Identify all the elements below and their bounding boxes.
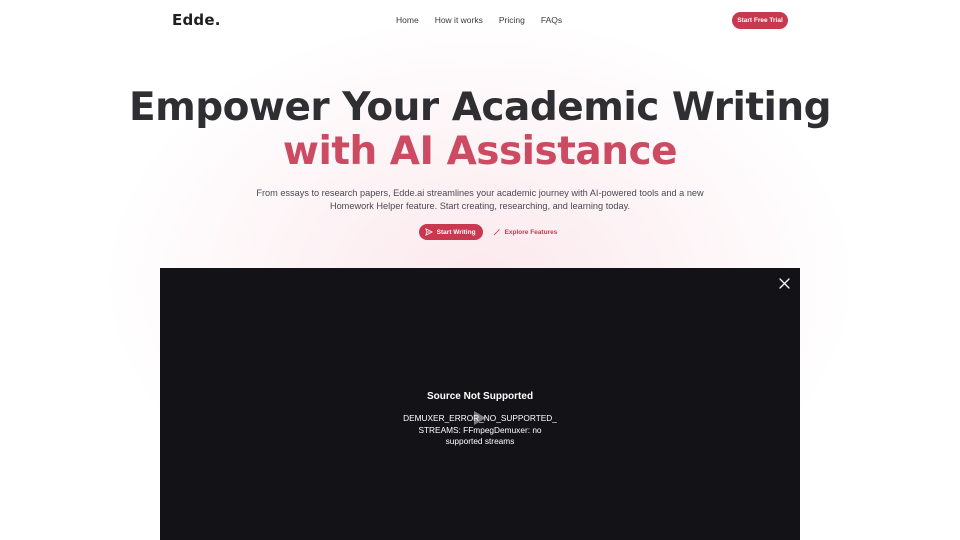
start-writing-label: Start Writing: [436, 228, 476, 236]
wand-icon: [493, 228, 501, 236]
nav-link-how-it-works[interactable]: How it works: [435, 15, 483, 25]
hero-subtext: From essays to research papers, Edde.ai …: [256, 188, 704, 211]
hero-headline: Empower Your Academic Writing: [128, 85, 832, 130]
nav-link-pricing[interactable]: Pricing: [499, 15, 525, 25]
nav-link-home[interactable]: Home: [396, 15, 419, 25]
brand-logo[interactable]: Edde.: [172, 11, 221, 29]
video-error-message: DEMUXER_ERROR_NO_SUPPORTED_ STREAMS: FFm…: [403, 413, 557, 446]
close-button[interactable]: [778, 277, 790, 289]
hero-headline-accent: with AI Assistance: [282, 129, 678, 174]
video-player[interactable]: Source Not Supported DEMUXER_ERROR_NO_SU…: [160, 268, 800, 540]
page: Edde. Home How it works Pricing FAQs Sta…: [0, 0, 960, 540]
nav-link-faqs[interactable]: FAQs: [541, 15, 562, 25]
top-navigation: Edde. Home How it works Pricing FAQs Sta…: [0, 0, 960, 42]
video-error-title: Source Not Supported: [426, 391, 534, 402]
start-writing-button[interactable]: Start Writing: [418, 224, 483, 240]
explore-features-button[interactable]: Explore Features: [493, 228, 558, 236]
nav-links: Home How it works Pricing FAQs: [396, 15, 578, 25]
send-icon: [425, 228, 433, 236]
explore-features-label: Explore Features: [504, 228, 558, 236]
close-icon: [778, 277, 790, 289]
start-free-trial-button[interactable]: Start Free Trial: [732, 12, 788, 29]
hero-actions: Start Writing Explore Features: [0, 224, 960, 240]
